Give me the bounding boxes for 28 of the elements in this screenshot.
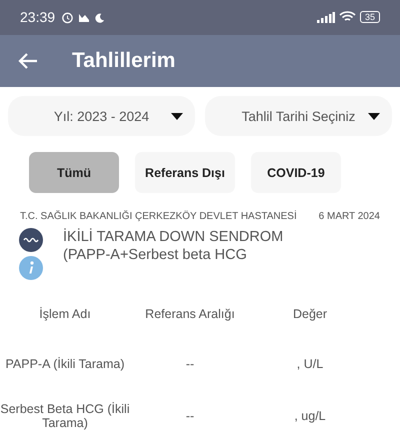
table-cell-text: -- xyxy=(186,356,194,373)
wave-icon[interactable] xyxy=(19,228,43,252)
wifi-icon xyxy=(338,11,356,24)
moon-icon xyxy=(94,12,106,23)
table-cell-text: Serbest Beta HCG (İkili Tarama) xyxy=(0,401,130,432)
dropdown[interactable]: Yıl: 2023 - 2024 xyxy=(8,96,195,136)
result-date: 6 MART 2024 xyxy=(318,211,380,222)
test-name: İKİLİ TARAMA DOWN SENDROM (PAPP-A+Serbest beta HCG xyxy=(63,228,284,265)
table-cell-text: , ug/L xyxy=(294,408,326,425)
hospital-name: T.C. SAĞLIK BAKANLIĞI ÇERKEZKÖY DEVLET HASTANESİ xyxy=(20,211,297,222)
table-cell-text: , U/L xyxy=(296,356,324,373)
filter-tab[interactable]: Tümü xyxy=(29,152,120,193)
column-header: Referans Aralığı xyxy=(145,306,235,323)
column-header: Değer xyxy=(292,306,328,323)
battery-level: 35 xyxy=(360,11,380,24)
dropdown[interactable]: Tahlil Tarihi Seçiniz xyxy=(205,96,392,136)
page-title: Tahlillerim xyxy=(72,48,176,73)
back-button[interactable] xyxy=(18,52,38,70)
filter-tab[interactable]: Referans Dışı xyxy=(135,152,235,193)
signal-icon xyxy=(316,12,335,23)
filter-tab[interactable]: COVID-19 xyxy=(250,152,341,193)
clock: 23:39 xyxy=(20,9,56,26)
table-cell-text: PAPP-A (İkili Tarama) xyxy=(5,356,124,373)
table-cell-text: -- xyxy=(186,408,194,425)
column-header: İşlem Adı xyxy=(39,306,91,323)
caret-icon xyxy=(171,113,183,120)
caret-icon xyxy=(368,113,380,120)
alarm-icon xyxy=(61,10,74,24)
